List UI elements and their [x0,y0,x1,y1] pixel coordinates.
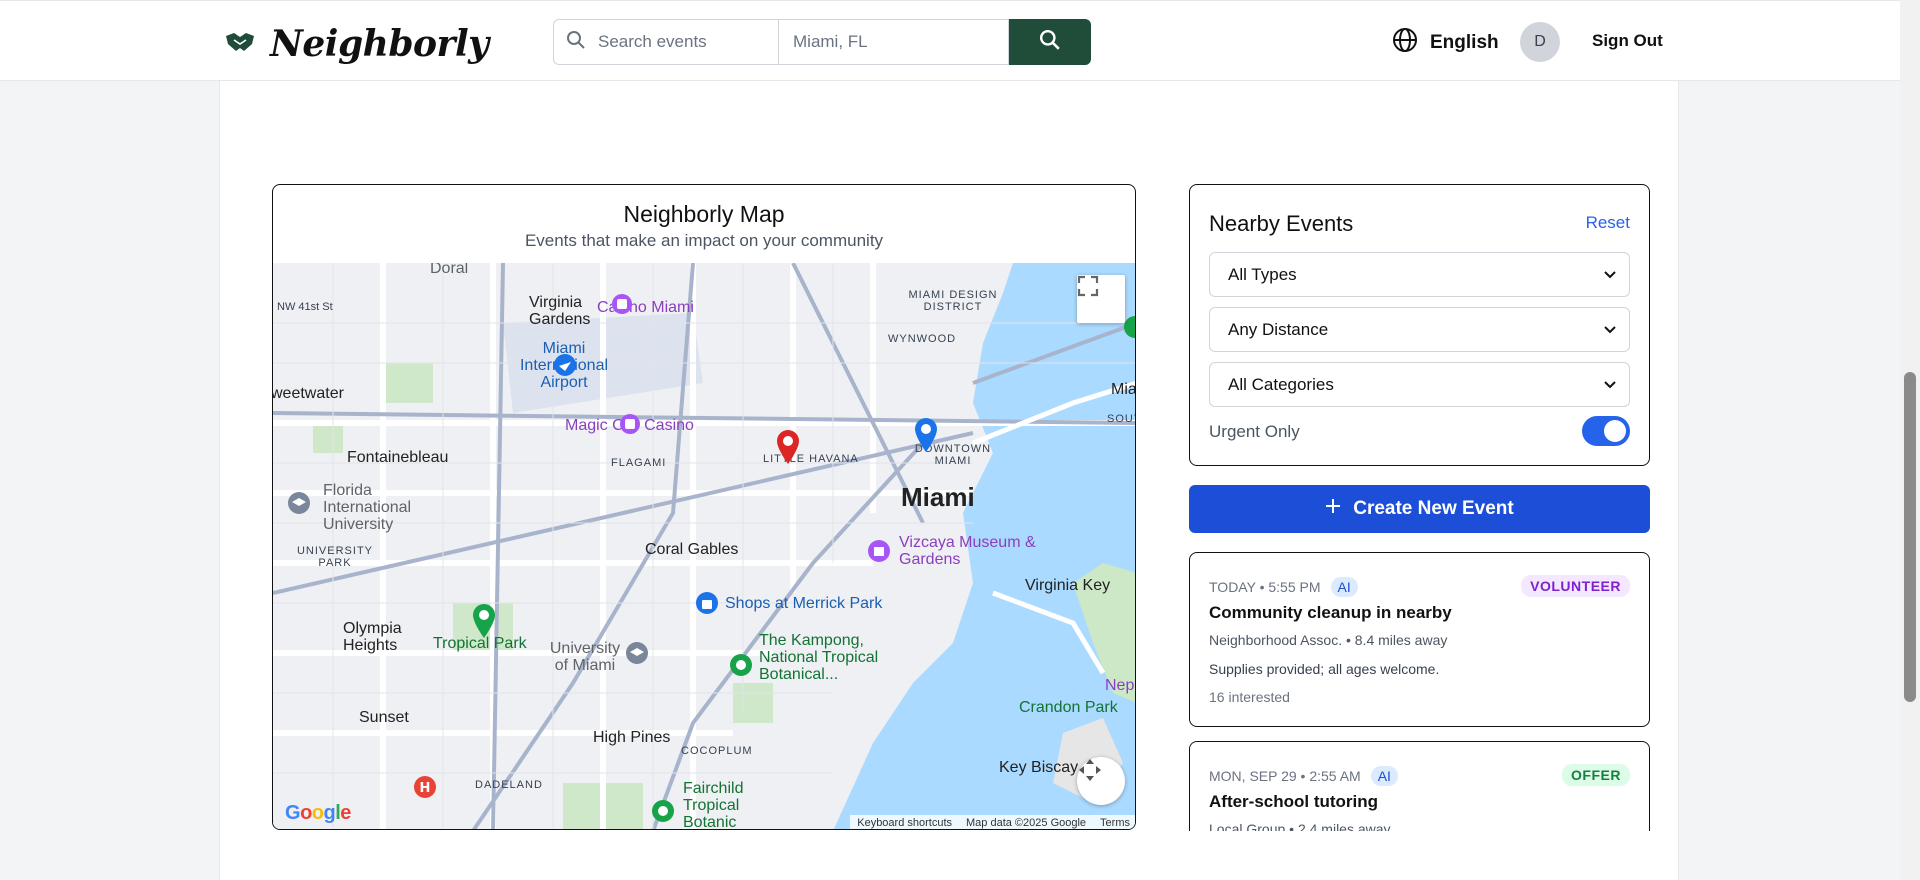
map-label-doral: Doral [430,263,469,277]
camera-control-button[interactable] [1077,757,1125,805]
urgent-only-toggle[interactable] [1582,416,1630,446]
event-meta: MON, SEP 29 • 2:55 AM AI [1209,766,1398,786]
map-label-fontainebleau: Fontainebleau [347,449,449,466]
page-scrollbar[interactable] [1900,0,1920,880]
map-label-virginia-key: Virginia Key [1025,577,1111,594]
category-select-value: All Categories [1228,374,1334,394]
map-label-miami: Miami [901,482,975,512]
terms-link[interactable]: Terms [1093,817,1135,829]
map-label-university-park: UNIVERSITY PARK [296,545,373,570]
map-label-vizcaya: Vizcaya Museum & Gardens [899,534,1036,568]
map-card: Neighborly Map Events that make an impac… [272,184,1136,830]
brand-name: Neighborly [270,23,489,65]
map-label-nw41: NW 41st St [277,301,333,313]
distance-select-value: Any Distance [1228,319,1329,339]
type-select[interactable]: All Types [1209,252,1630,297]
chevron-down-icon [1603,375,1617,395]
map-label-dadeland: DADELAND [475,779,543,791]
globe-icon [1392,27,1418,59]
search-button[interactable] [1009,19,1091,65]
location-input[interactable] [793,32,953,52]
reset-link[interactable]: Reset [1586,213,1630,233]
scrollbar-thumb[interactable] [1904,372,1916,702]
map-title: Neighborly Map [623,201,785,227]
distance-select[interactable]: Any Distance [1209,307,1630,352]
event-type-badge: VOLUNTEER [1521,575,1630,597]
map-label-design-district: MIAMI DESIGN DISTRICT [908,289,998,314]
location-field[interactable] [778,19,1009,65]
map-label-fairchild: Fairchild Tropical Botanic [683,780,744,830]
search-input[interactable] [598,32,758,52]
map-label-cocoplum: COCOPLUM [681,745,753,757]
event-interest-count: 16 interested [1209,689,1290,705]
map-label-wynwood: WYNWOOD [888,333,957,345]
map-label-kampong: The Kampong, National Tropical Botanical… [759,632,879,683]
chevron-down-icon [1603,265,1617,285]
chevron-down-icon [1603,320,1617,340]
event-type-badge: OFFER [1562,764,1630,786]
map-label-coral-gables: Coral Gables [645,541,739,558]
map-label-south: SOUT [1107,413,1135,425]
map-label-key-biscayne: Key Biscay [999,759,1079,776]
search-icon [1039,29,1061,56]
map-label-mia: Mia [1111,381,1136,398]
type-select-value: All Types [1228,264,1297,284]
event-datetime: MON, SEP 29 • 2:55 AM [1209,768,1361,784]
sign-out-button[interactable]: Sign Out [1592,31,1663,51]
fullscreen-button[interactable] [1077,275,1125,323]
plus-icon [1325,498,1341,520]
svg-text:H: H [420,781,431,796]
google-map[interactable]: Doral NW 41st St Virginia Gardens Casino… [273,263,1136,830]
event-title[interactable]: Community cleanup in nearby [1209,603,1452,623]
urgent-only-label: Urgent Only [1209,422,1300,441]
nearby-events-filters: Nearby Events Reset All Types Any Distan… [1189,184,1650,466]
event-organizer: Neighborhood Assoc. • 8.4 miles away [1209,632,1448,648]
avatar[interactable]: D [1520,22,1560,62]
ai-badge: AI [1330,577,1358,597]
google-logo: Google [285,802,351,824]
map-footer: Keyboard shortcuts Map data ©2025 Google… [850,815,1135,829]
category-select[interactable]: All Categories [1209,362,1630,407]
language-selector[interactable]: English [1392,27,1499,59]
map-data-text: Map data ©2025 Google [966,817,1087,829]
map-label-crandon: Crandon Park [1019,699,1118,716]
top-header: Neighborly English D Sign Out [0,0,1900,81]
event-card[interactable]: MON, SEP 29 • 2:55 AM AI OFFER After-sch… [1189,741,1650,831]
search-icon [566,30,586,55]
map-subtitle: Events that make an impact on your commu… [524,231,884,250]
map-label-sunset: Sunset [359,709,409,726]
map-label-virginia-gardens: Virginia Gardens [529,294,591,328]
map-label-fiu: Florida International University [323,482,412,533]
map-label-merrick: Shops at Merrick Park [725,595,883,612]
keyboard-shortcuts-link[interactable]: Keyboard shortcuts [850,817,959,829]
handshake-icon [224,30,256,59]
event-meta: TODAY • 5:55 PM AI [1209,577,1358,597]
language-label: English [1430,32,1499,53]
event-description: Supplies provided; all ages welcome. [1209,661,1440,677]
map-label-sweetwater: weetwater [273,385,344,402]
event-organizer: Local Group • 2.4 miles away [1209,821,1391,831]
event-datetime: TODAY • 5:55 PM [1209,579,1321,595]
map-label-nep: Nep [1105,677,1135,694]
map-label-flagami: FLAGAMI [611,457,667,469]
ai-badge: AI [1370,766,1398,786]
create-new-event-button[interactable]: Create New Event [1189,485,1650,533]
event-card[interactable]: TODAY • 5:55 PM AI VOLUNTEER Community c… [1189,552,1650,727]
event-title[interactable]: After-school tutoring [1209,792,1378,812]
map-label-um: University of Miami [549,640,621,674]
map-label-high-pines: High Pines [593,729,671,746]
map-label-olympia: Olympia Heights [343,620,402,654]
filters-title: Nearby Events [1209,211,1354,236]
create-new-event-label: Create New Event [1353,498,1514,519]
brand-logo[interactable]: Neighborly [224,23,489,65]
search-field[interactable] [553,19,778,65]
